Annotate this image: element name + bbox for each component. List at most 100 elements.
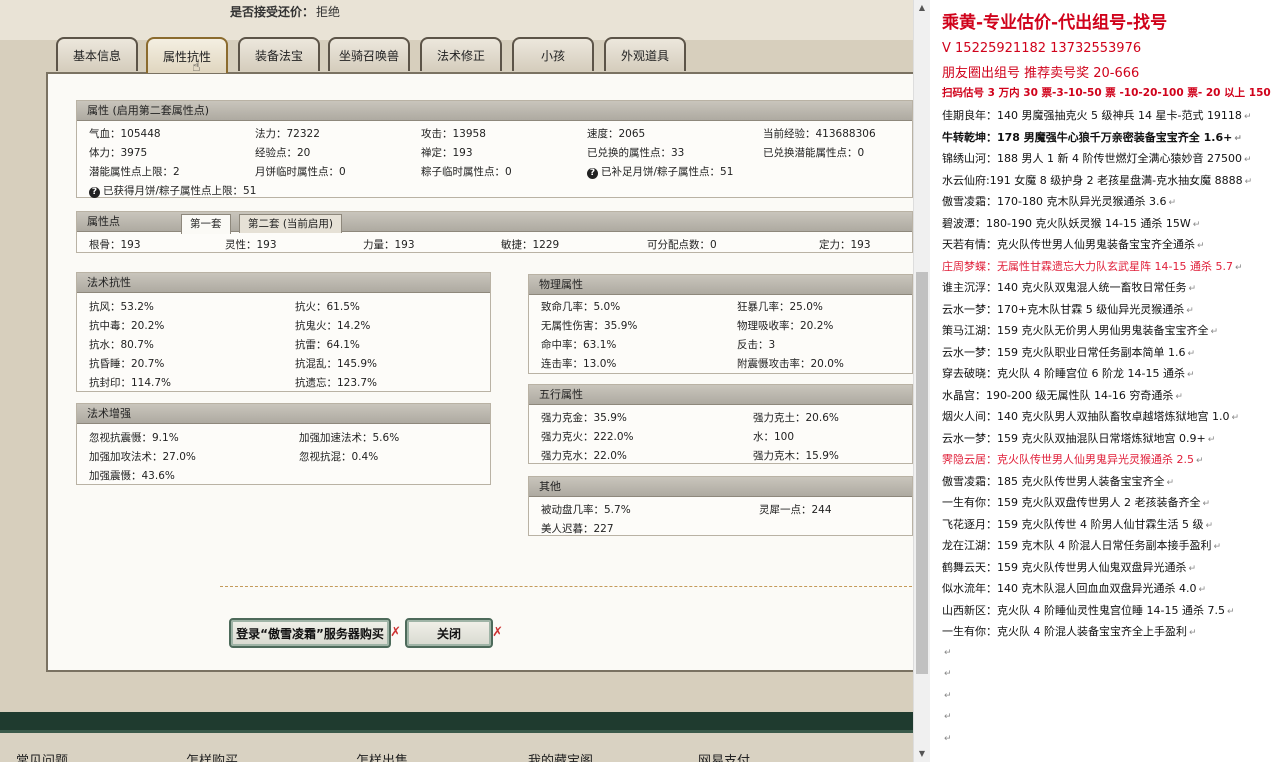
return-mark-icon: ↵ [1231, 413, 1240, 423]
notes-list-item: 天若有情：克火队传世男人仙男鬼装备宝宝齐全通杀 ↵ [942, 238, 1205, 251]
points-title: 属性点 第一套 第二套 (当前启用) [77, 212, 912, 234]
footer-my-treasure-link[interactable]: 我的藏宝阁 [528, 750, 593, 762]
physical-cell: 无属性伤害：35.9% [541, 320, 638, 332]
tab-appearance-items[interactable]: 外观道具 [604, 37, 686, 71]
five-cell: 强力克金：35.9% [541, 412, 627, 424]
notes-list-item: 飞花逐月：159 克火队传世 4 阶男人仙甘霖生活 5 级 ↵ [942, 517, 1214, 531]
footer-netease-pay-link[interactable]: 网易支付 [698, 750, 750, 762]
subtab-set-one[interactable]: 第一套 [181, 214, 231, 234]
tab-mount-summon[interactable]: 坐骑召唤兽 [328, 37, 410, 71]
return-mark-icon: ↵ [944, 647, 952, 658]
resist-cell: 抗遗忘：123.7% [295, 377, 378, 389]
return-mark-icon: ↵ [1166, 477, 1175, 488]
return-mark-icon: ↵ [1189, 628, 1197, 638]
return-mark-icon: ↵ [1168, 198, 1176, 208]
return-mark-icon: ↵ [944, 733, 952, 744]
attr-exchanged-potential: 已兑换潜能属性点：0 [763, 147, 865, 159]
notes-line3: 朋友圈出组号 推荐卖号奖 20-666 [942, 66, 1140, 81]
physical-section: 物理属性 致命几率：5.0% 狂暴几率：25.0% 无属性伤害：35.9% 物理… [528, 274, 913, 374]
scroll-down-icon[interactable]: ▼ [914, 746, 930, 762]
enhance-title: 法术增强 [77, 404, 490, 424]
notes-list-item: 霁隐云居：克火队传世男人仙男鬼异光灵猴通杀 2.5 ↵ [942, 453, 1204, 466]
attr-speed: 速度：2065 [587, 128, 646, 140]
notes-list-item: 似水流年：140 克木队混人回血血双盘异光通杀 4.0 ↵ [942, 582, 1207, 595]
accept-counteroffer-label: 是否接受还价： [230, 5, 315, 19]
point-allocatable: 可分配点数：0 [647, 239, 717, 251]
return-mark-icon: ↵ [1188, 284, 1197, 294]
attributes-section: 属性 (启用第二套属性点) 气血：105448 法力：72322 攻击：1395… [76, 100, 913, 198]
tab-child[interactable]: 小孩 [512, 37, 594, 71]
attr-hp: 气血：105448 [89, 128, 161, 140]
enhance-cell: 加强加速法术：5.6% [299, 432, 400, 444]
footer-how-buy-link[interactable]: 怎样购买 [186, 750, 238, 762]
return-mark-icon: ↵ [1210, 327, 1219, 337]
footer-how-sell-link[interactable]: 怎样出售 [356, 750, 408, 762]
subtab-set-two[interactable]: 第二套 (当前启用) [239, 214, 343, 233]
close-mark-icon: ✗ [492, 625, 503, 640]
return-mark-icon: ↵ [1187, 348, 1196, 359]
attr-exp: 当前经验：413688306 [763, 128, 876, 140]
return-mark-icon: ↵ [944, 690, 952, 701]
empty-line: ↵ [942, 709, 952, 722]
other-cell: 被动盘几率：5.7% [541, 504, 631, 516]
return-mark-icon: ↵ [1205, 520, 1214, 531]
login-buy-button[interactable]: 登录“傲雪凌霜”服务器购买 ✗ [229, 618, 401, 648]
footer-faq-link[interactable]: 常见问题 [16, 750, 68, 762]
return-mark-icon: ↵ [1234, 262, 1243, 273]
question-icon[interactable]: ? [587, 168, 598, 179]
resist-cell: 抗中毒：20.2% [89, 320, 165, 332]
point-constitution: 根骨：193 [89, 239, 141, 251]
trade-panel: 是否接受还价： 拒绝 基本信息 属性抗性 装备法宝 坐骑召唤兽 法术修正 小孩 … [0, 0, 913, 762]
attr-exp-points: 经验点：20 [255, 147, 311, 159]
notes-list-item: 庄周梦蝶：无属性甘霖遗忘大力队玄武星阵 14-15 通杀 5.7 ↵ [942, 259, 1243, 273]
tab-equipment[interactable]: 装备法宝 [238, 37, 320, 71]
top-strip: 是否接受还价： 拒绝 [0, 0, 913, 40]
scroll-up-icon[interactable]: ▲ [914, 0, 930, 16]
five-cell: 强力克水：22.0% [541, 450, 627, 462]
point-agility: 敏捷：1229 [501, 239, 560, 251]
attr-potential-cap: 潜能属性点上限：2 [89, 166, 180, 178]
attr-zongzi-temp: 粽子临时属性点：0 [421, 166, 512, 178]
five-elements-section: 五行属性 强力克金：35.9% 强力克土：20.6% 强力克火：222.0% 水… [528, 384, 913, 464]
enhance-cell: 忽视抗混：0.4% [299, 451, 379, 463]
physical-cell: 反击：3 [737, 339, 776, 351]
return-mark-icon: ↵ [1196, 456, 1204, 466]
return-mark-icon: ↵ [1207, 434, 1216, 445]
vertical-scrollbar[interactable]: ▲ ▼ [913, 0, 930, 762]
return-mark-icon: ↵ [1243, 112, 1252, 122]
return-mark-icon: ↵ [1197, 241, 1205, 251]
resist-section: 法术抗性 抗风：53.2% 抗火：61.5% 抗中毒：20.2% 抗鬼火：14.… [76, 272, 491, 392]
return-mark-icon: ↵ [1226, 606, 1235, 617]
physical-cell: 致命几率：5.0% [541, 301, 621, 313]
notes-list-item: 谁主沉浮：140 克火队双鬼混人统一畜牧日常任务 ↵ [942, 281, 1197, 294]
other-title: 其他 [529, 477, 912, 497]
tab-attributes-resist[interactable]: 属性抗性 [146, 37, 228, 73]
notes-list-item: 佳期良年：140 男魔强抽克火 5 级神兵 14 星卡-范式 19118 ↵ [942, 109, 1252, 122]
attr-mooncake-cap: ? 已获得月饼/粽子属性点上限：51 [89, 183, 256, 198]
notes-list-item: 云水一梦：170+克木队甘霖 5 级仙异光灵猴通杀 ↵ [942, 302, 1194, 316]
notes-list-item: 锦绣山河：188 男人 1 新 4 阶传世燃灯全满心猿妙音 27500 ↵ [942, 152, 1252, 165]
return-mark-icon: ↵ [944, 712, 952, 722]
accept-counteroffer-value: 拒绝 [316, 5, 341, 19]
return-mark-icon: ↵ [1186, 305, 1194, 316]
physical-cell: 物理吸收率：20.2% [737, 320, 834, 332]
notes-list-item: 水云仙府:191 女魔 8 级护身 2 老孩星盘满-克水抽女魔 8888 ↵ [942, 173, 1253, 187]
five-cell: 强力克火：222.0% [541, 431, 634, 443]
attr-mooncake-temp: 月饼临时属性点：0 [255, 166, 346, 178]
tab-spell-correction[interactable]: 法术修正 [420, 37, 502, 71]
notes-panel: 乘黄-专业估价-代出组号-找号 V 15225921182 1373255397… [930, 0, 1280, 762]
tab-basic-info[interactable]: 基本信息 [56, 37, 138, 71]
enhance-cell: 加强震慑：43.6% [89, 470, 175, 482]
scroll-thumb[interactable] [916, 272, 928, 674]
return-mark-icon: ↵ [1243, 155, 1252, 165]
physical-cell: 狂暴几率：25.0% [737, 301, 823, 313]
footer-bar [0, 712, 913, 762]
close-mark-icon: ✗ [390, 625, 401, 640]
resist-cell: 抗混乱：145.9% [295, 358, 378, 370]
notes-list-item: 水晶宫：190-200 级无属性队 14-16 穷奇通杀 ↵ [942, 388, 1183, 402]
point-focus: 定力：193 [819, 239, 871, 251]
other-cell: 美人迟暮：227 [541, 523, 614, 535]
question-icon[interactable]: ? [89, 187, 100, 198]
close-button[interactable]: 关闭 ✗ [405, 618, 503, 648]
notes-list-item: 穿去破晓：克火队 4 阶睡宫位 6 阶龙 14-15 通杀 ↵ [942, 367, 1195, 380]
